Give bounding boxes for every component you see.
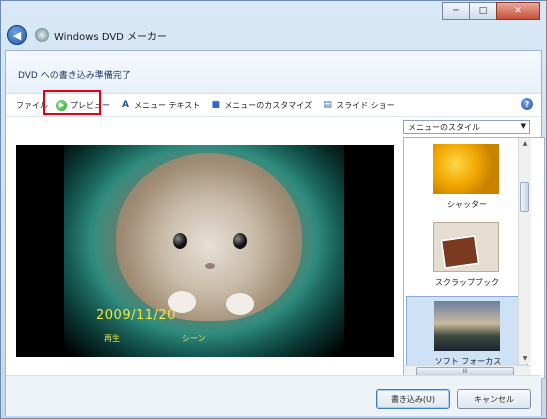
footer-bar: 書き込み(U) キャンセル <box>6 375 541 416</box>
status-header: DVD への書き込み準備完了 <box>6 51 541 94</box>
customize-menu-label: メニューのカスタマイズ <box>224 100 313 110</box>
slideshow-button[interactable]: ▤ スライド ショー <box>322 100 395 111</box>
minimize-button[interactable]: ─ <box>442 2 470 20</box>
maximize-button[interactable]: □ <box>469 2 497 20</box>
style-item-soft-focus[interactable]: ソフト フォーカス <box>406 296 528 370</box>
customize-menu-button[interactable]: ■ メニューのカスタマイズ <box>210 100 313 111</box>
soft-focus-vignette <box>64 145 344 357</box>
dvd-app-icon <box>35 28 49 42</box>
menu-style-list: シャッター スクラップブック ソフト フォーカス ▲ ▼ III <box>403 137 545 379</box>
style-item-label: シャッター <box>447 200 487 209</box>
menu-text-label: メニュー テキスト <box>134 100 201 110</box>
soft-focus-thumbnail <box>434 301 500 351</box>
preview-highlight-box <box>43 90 101 115</box>
slideshow-label: スライド ショー <box>336 100 395 110</box>
style-items-pane: シャッター スクラップブック ソフト フォーカス ▲ ▼ <box>404 138 531 370</box>
main-content: DVD への書き込み準備完了 ファイル ▶ プレビュー A メニュー テキスト … <box>5 50 545 416</box>
status-text: DVD への書き込み準備完了 <box>18 71 131 81</box>
preview-stage: 2009/11/20 再生 シーン <box>16 145 394 357</box>
chevron-down-icon: ▼ <box>520 122 526 130</box>
slideshow-icon: ▤ <box>323 100 332 110</box>
menu-style-dropdown-label: メニューのスタイル <box>408 122 480 132</box>
customize-icon: ■ <box>211 100 221 110</box>
help-icon[interactable]: ? <box>521 98 533 110</box>
close-button[interactable]: ✕ <box>496 2 540 20</box>
back-arrow-icon: ◀ <box>12 28 22 42</box>
scrapbook-photo <box>440 234 480 270</box>
style-item-scrapbook[interactable]: スクラップブック <box>406 218 528 292</box>
style-item-shutter[interactable]: シャッター <box>406 140 528 214</box>
menu-style-dropdown[interactable]: メニューのスタイル ▼ <box>403 120 530 134</box>
write-button[interactable]: 書き込み(U) <box>376 389 450 409</box>
style-item-label: スクラップブック <box>435 278 499 287</box>
shutter-thumbnail <box>433 144 499 194</box>
menu-date-title: 2009/11/20 <box>96 308 176 323</box>
window-controls: ─ □ ✕ <box>442 2 540 20</box>
scroll-up-icon[interactable]: ▲ <box>519 138 531 149</box>
title-bar: ◀ Windows DVD メーカー <box>1 21 546 49</box>
scroll-thumb[interactable] <box>520 182 529 212</box>
back-button[interactable]: ◀ <box>7 25 27 45</box>
scrapbook-thumbnail <box>433 222 499 272</box>
window-title: Windows DVD メーカー <box>54 31 168 43</box>
menu-option-scenes[interactable]: シーン <box>182 333 206 344</box>
text-icon: A <box>122 100 129 110</box>
scroll-down-icon[interactable]: ▼ <box>519 353 531 364</box>
dvd-maker-window: ─ □ ✕ ◀ Windows DVD メーカー DVD への書き込み準備完了 … <box>0 0 547 419</box>
menu-option-play[interactable]: 再生 <box>104 333 120 344</box>
cancel-button[interactable]: キャンセル <box>457 389 531 409</box>
style-list-vertical-scrollbar[interactable]: ▲ ▼ <box>518 138 531 364</box>
menu-text-button[interactable]: A メニュー テキスト <box>120 100 200 111</box>
